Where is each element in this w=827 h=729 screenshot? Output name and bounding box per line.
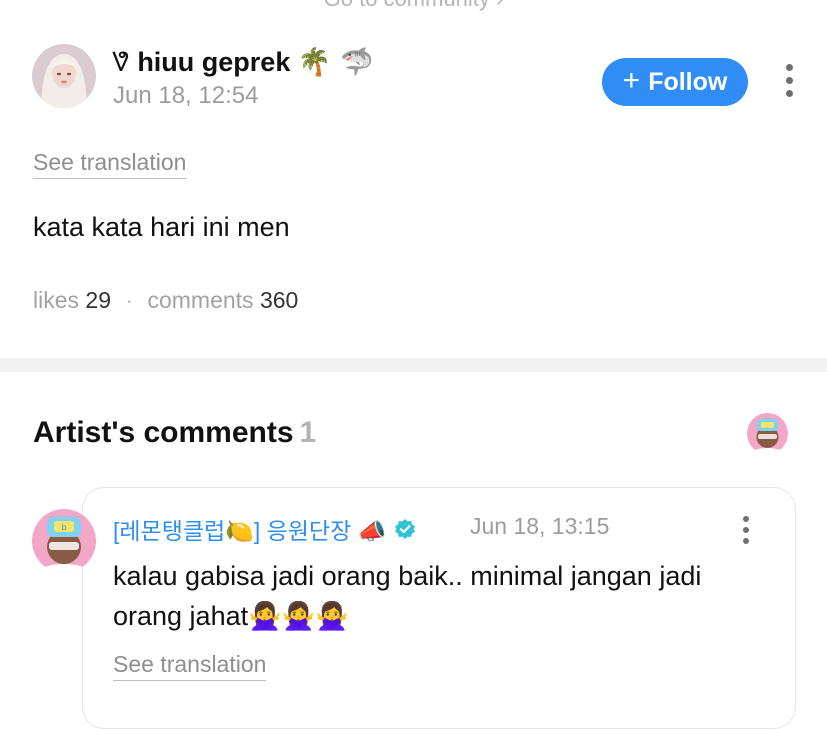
- post-see-translation-link[interactable]: See translation: [33, 149, 187, 179]
- commenter-name-text: [레몬탱클럽🍋] 응원단장 📣: [113, 518, 387, 544]
- follow-button[interactable]: + Follow: [602, 58, 748, 106]
- artist-comments-title: Artist's comments: [33, 416, 294, 449]
- comment-see-translation-link[interactable]: See translation: [113, 651, 267, 681]
- post-author-name[interactable]: 𖬀 hiuu geprek 🌴 🦈: [112, 42, 374, 79]
- plus-icon: +: [622, 63, 641, 97]
- verified-badge-icon: [394, 518, 416, 540]
- comment-body-text: kalau gabisa jadi orang baik.. minimal j…: [113, 561, 702, 631]
- comments-count[interactable]: 360: [260, 287, 298, 313]
- post-author-avatar[interactable]: [32, 44, 96, 108]
- likes-label: likes: [33, 287, 80, 313]
- comment-more-options-icon[interactable]: [740, 516, 752, 544]
- post-date: Jun 18, 12:54: [113, 82, 259, 109]
- artist-comments-count: 1: [299, 416, 317, 449]
- artist-avatar-small[interactable]: [747, 413, 788, 454]
- artist-comments-heading: Artist's comments 1: [33, 416, 316, 450]
- author-name-prefix: 𖬀: [112, 47, 130, 78]
- post-stats: likes 29 · comments 360: [33, 287, 298, 314]
- go-to-community-link[interactable]: Go to community ›: [0, 0, 827, 11]
- svg-text:b: b: [61, 523, 66, 532]
- author-name-emoji: 🌴 🦈: [297, 47, 374, 78]
- section-divider: [0, 358, 827, 372]
- comment-date: Jun 18, 13:15: [470, 513, 610, 539]
- commenter-name[interactable]: [레몬탱클럽🍋] 응원단장 📣: [113, 512, 416, 546]
- likes-count[interactable]: 29: [85, 287, 111, 313]
- post-body-text: kata kata hari ini men: [33, 212, 290, 242]
- post-more-options-icon[interactable]: [783, 64, 795, 97]
- author-name-text: hiuu geprek: [137, 47, 291, 77]
- commenter-avatar[interactable]: b: [32, 509, 96, 573]
- comments-label: comments: [147, 287, 254, 313]
- stats-separator: ·: [125, 287, 134, 313]
- follow-label: Follow: [648, 67, 728, 96]
